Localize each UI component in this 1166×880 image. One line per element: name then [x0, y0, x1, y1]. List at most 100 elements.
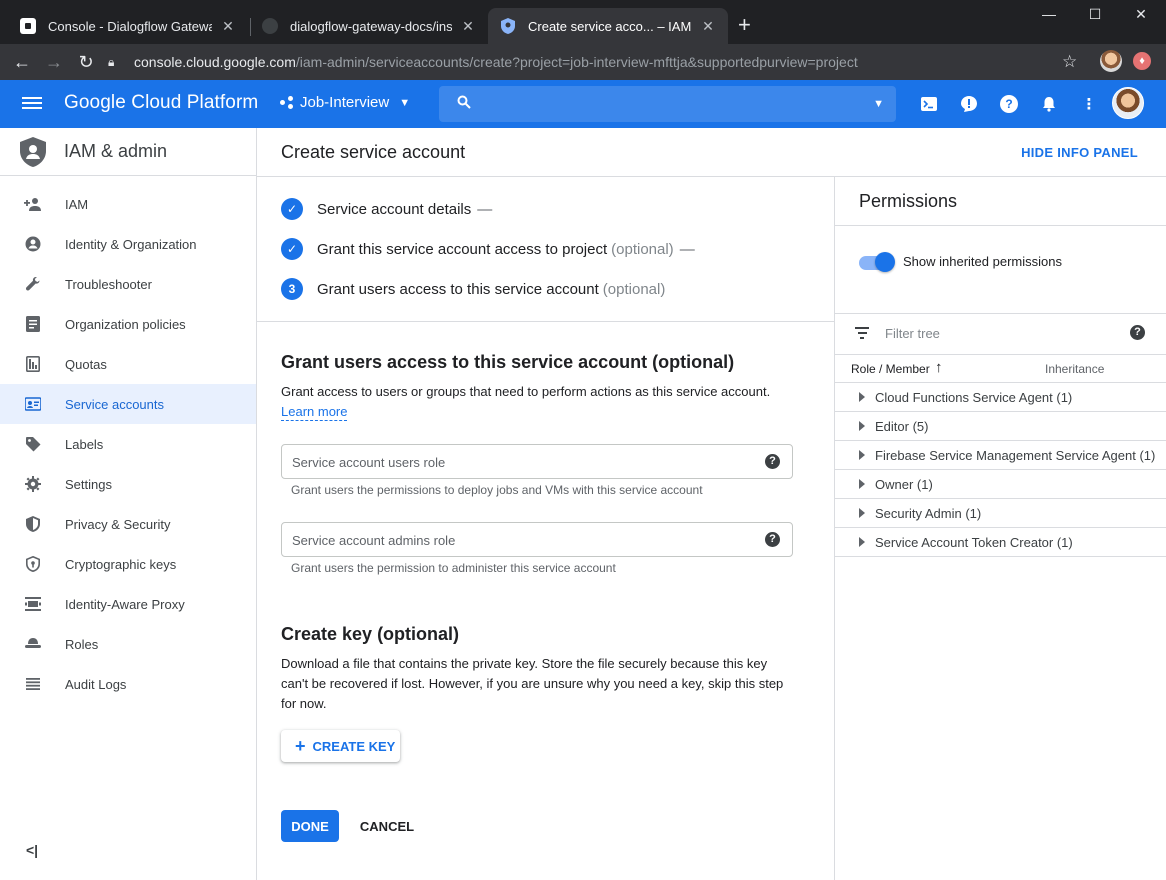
search-dropdown-icon[interactable]: ▼ [873, 98, 884, 110]
help-icon[interactable]: ? [1130, 325, 1145, 340]
help-icon[interactable]: ? [1000, 95, 1018, 113]
quota-icon [24, 355, 42, 373]
permission-row[interactable]: Security Admin (1) [835, 499, 1166, 528]
sidebar-item-quotas[interactable]: Quotas [0, 344, 256, 384]
admins-role-hint: Grant users the permission to administer… [291, 561, 616, 575]
tab-title: dialogflow-gateway-docs/installa [290, 18, 452, 34]
shield-icon [24, 515, 42, 533]
step-optional: (optional) [611, 240, 674, 258]
sort-arrow-up-icon[interactable]: ↑ [935, 359, 943, 376]
project-selector[interactable]: Job-Interview ▼ [280, 94, 410, 111]
page-title-bar: Create service account HIDE INFO PANEL [257, 128, 1166, 177]
bookmark-star-icon[interactable]: ☆ [1062, 52, 1077, 72]
search-bar[interactable]: ▼ [439, 86, 896, 122]
proxy-icon [24, 595, 42, 613]
sidebar-item-service-accounts[interactable]: Service accounts [0, 384, 256, 424]
sidebar-item-cryptographic-keys[interactable]: Cryptographic keys [0, 544, 256, 584]
cloud-shell-icon[interactable] [918, 93, 940, 115]
account-circle-icon [24, 235, 42, 253]
github-icon [262, 18, 278, 34]
step-dash: — [679, 240, 695, 258]
sidebar-item-identity-organization[interactable]: Identity & Organization [0, 224, 256, 264]
permission-row[interactable]: Cloud Functions Service Agent (1) [835, 383, 1166, 412]
expand-triangle-icon[interactable] [859, 479, 865, 489]
service-account-users-role-field[interactable]: Service account users role ? [281, 444, 793, 479]
browser-profile-avatar[interactable] [1100, 50, 1122, 72]
column-role-member[interactable]: Role / Member [851, 362, 930, 376]
security-shield-icon [24, 555, 42, 573]
permission-row[interactable]: Owner (1) [835, 470, 1166, 499]
sidebar-item-label: Identity-Aware Proxy [65, 596, 185, 612]
sidebar-item-identity-aware-proxy[interactable]: Identity-Aware Proxy [0, 584, 256, 624]
reload-icon[interactable]: ↻ [74, 50, 98, 74]
close-icon[interactable]: ✕ [220, 18, 236, 35]
column-inheritance: Inheritance [1045, 362, 1105, 376]
create-key-button[interactable]: + CREATE KEY [281, 730, 400, 762]
collapse-nav-icon[interactable]: <| [26, 842, 38, 858]
done-button[interactable]: DONE [281, 810, 339, 842]
grant-section-heading: Grant users access to this service accou… [281, 352, 735, 372]
expand-triangle-icon[interactable] [859, 421, 865, 431]
permission-role-label: Cloud Functions Service Agent (1) [875, 390, 1073, 405]
sidebar-item-label: Identity & Organization [65, 236, 197, 252]
sidebar-item-troubleshooter[interactable]: Troubleshooter [0, 264, 256, 304]
expand-triangle-icon[interactable] [859, 537, 865, 547]
help-icon[interactable]: ? [765, 454, 780, 469]
permission-row[interactable]: Firebase Service Management Service Agen… [835, 441, 1166, 470]
close-icon[interactable]: ✕ [700, 18, 716, 35]
extension-icon[interactable]: ♦ [1133, 52, 1151, 70]
expand-triangle-icon[interactable] [859, 392, 865, 402]
permission-row[interactable]: Editor (5) [835, 412, 1166, 441]
sidebar-item-privacy-security[interactable]: Privacy & Security [0, 504, 256, 544]
sidebar-item-roles[interactable]: Roles [0, 624, 256, 664]
close-icon[interactable]: ✕ [460, 18, 476, 35]
forward-arrow-icon[interactable]: → [42, 50, 66, 74]
filter-tree-input[interactable]: Filter tree [885, 326, 940, 341]
learn-more-link[interactable]: Learn more [281, 404, 348, 421]
minimize-icon[interactable]: — [1026, 6, 1072, 22]
service-account-admins-role-field[interactable]: Service account admins role ? [281, 522, 793, 557]
account-avatar[interactable] [1112, 87, 1144, 119]
nav-title: IAM & admin [64, 141, 168, 161]
sidebar-item-iam[interactable]: IAM [0, 184, 256, 224]
gcp-header: Google Cloud Platform Job-Interview ▼ ▼ … [0, 80, 1166, 128]
sidebar-item-audit-logs[interactable]: Audit Logs [0, 664, 256, 704]
users-role-hint: Grant users the permissions to deploy jo… [291, 483, 703, 497]
step-grant-project-access[interactable]: ✓ Grant this service account access to p… [281, 237, 695, 261]
sidebar-item-label: Organization policies [65, 316, 186, 332]
permission-row[interactable]: Service Account Token Creator (1) [835, 528, 1166, 557]
permission-role-label: Security Admin (1) [875, 506, 982, 521]
show-inherited-toggle[interactable] [859, 252, 895, 272]
list-icon [24, 675, 42, 693]
maximize-icon[interactable]: ☐ [1072, 6, 1118, 23]
permissions-info-panel: Permissions Show inherited permissions F… [834, 177, 1166, 880]
address-bar[interactable]: 🔒︎ console.cloud.google.com/iam-admin/se… [108, 48, 1088, 76]
browser-tab-github[interactable]: dialogflow-gateway-docs/installa ✕ [250, 8, 488, 44]
sidebar-item-settings[interactable]: Settings [0, 464, 256, 504]
permissions-title: Permissions [859, 191, 958, 211]
sidebar-item-organization-policies[interactable]: Organization policies [0, 304, 256, 344]
back-arrow-icon[interactable]: ← [10, 50, 34, 74]
new-tab-button[interactable]: + [738, 14, 751, 36]
sidebar-item-labels[interactable]: Labels [0, 424, 256, 464]
filter-tree-bar[interactable]: Filter tree ? [835, 314, 1166, 354]
sidebar-item-label: Labels [65, 436, 104, 452]
gcp-brand[interactable]: Google Cloud Platform [64, 92, 258, 114]
more-vert-icon[interactable]: ⋮ [1078, 93, 1100, 115]
browser-toolbar: ← → ↻ 🔒︎ console.cloud.google.com/iam-ad… [0, 44, 1166, 80]
notifications-alert-icon[interactable] [958, 93, 980, 115]
step-service-account-details[interactable]: ✓ Service account details — [281, 197, 492, 221]
step-grant-users-access: 3 Grant users access to this service acc… [281, 277, 665, 301]
filter-icon[interactable] [855, 327, 869, 339]
expand-triangle-icon[interactable] [859, 508, 865, 518]
sidebar-item-label: Roles [65, 636, 99, 652]
hamburger-menu-icon[interactable] [22, 94, 42, 114]
expand-triangle-icon[interactable] [859, 450, 865, 460]
cancel-button[interactable]: CANCEL [353, 810, 421, 842]
hide-info-panel-button[interactable]: HIDE INFO PANEL [1021, 145, 1138, 160]
browser-tab-active[interactable]: Create service acco... – IAM & ad ✕ [488, 8, 728, 44]
browser-tab-console[interactable]: Console - Dialogflow Gateway ✕ [8, 8, 248, 44]
help-icon[interactable]: ? [765, 532, 780, 547]
bell-icon[interactable] [1038, 93, 1060, 115]
window-close-icon[interactable]: ✕ [1118, 6, 1164, 23]
